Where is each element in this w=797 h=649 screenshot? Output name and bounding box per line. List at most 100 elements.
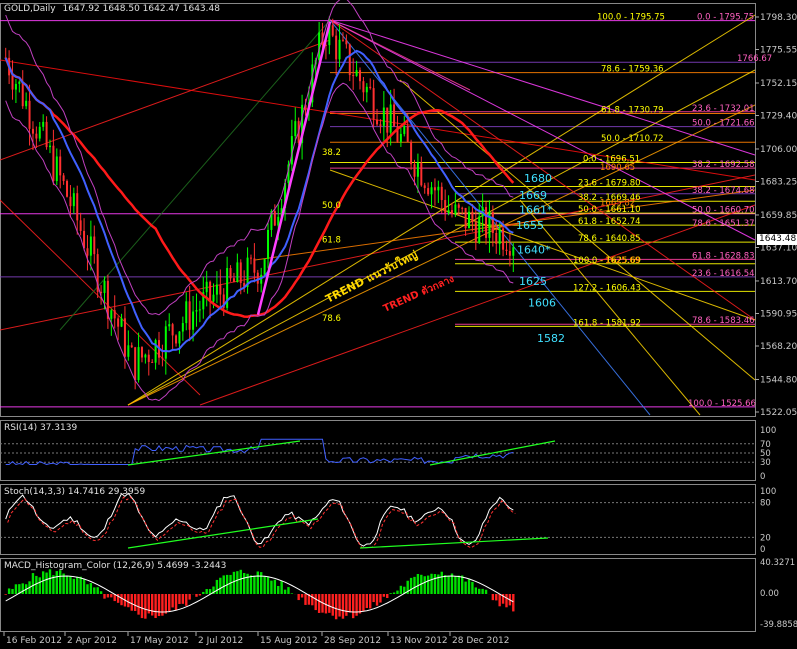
macd-histogram-bar <box>423 576 426 594</box>
candle-body <box>406 126 409 142</box>
candle-body <box>123 318 126 357</box>
support-level-label: 1661* <box>519 203 553 216</box>
candle-body <box>42 121 45 127</box>
candle-body <box>379 124 382 126</box>
date-axis-label: 15 Aug 2012 <box>260 636 318 646</box>
fib-label: 78.6 - 1651.37 <box>692 219 755 229</box>
candle-body <box>110 310 113 319</box>
macd-histogram-bar <box>130 594 133 611</box>
macd-histogram-bar <box>311 594 314 606</box>
macd-histogram-bar <box>304 594 307 605</box>
candle-body <box>59 156 62 176</box>
candle-body <box>420 162 423 186</box>
price-axis-label: 1613.70 <box>760 277 797 287</box>
candle-body <box>144 354 147 358</box>
stoch-axis-label: 20 <box>760 533 771 543</box>
candle-body <box>491 212 494 233</box>
macd-histogram-bar <box>362 594 365 611</box>
candle-body <box>192 311 195 330</box>
candle-body <box>355 70 358 76</box>
candle-body <box>273 211 276 226</box>
candle-body <box>103 280 106 293</box>
macd-histogram-bar <box>120 594 123 606</box>
support-level-label: 1655 <box>516 219 544 232</box>
candle-body <box>413 164 416 177</box>
candle-body <box>474 222 477 243</box>
macd-histogram-bar <box>256 571 259 594</box>
candle-body <box>66 180 69 197</box>
candle-body <box>376 119 379 125</box>
candle-body <box>117 318 120 327</box>
macd-histogram-bar <box>443 575 447 594</box>
macd-histogram-bar <box>392 592 396 594</box>
fib-label: 78.6 - 1759.36 <box>601 65 664 75</box>
candle-body <box>331 25 334 36</box>
stoch-axis-label: 0 <box>760 545 765 555</box>
date-axis-label: 28 Dec 2012 <box>452 636 510 646</box>
macd-histogram-bar <box>495 594 498 601</box>
candle-body <box>478 216 481 243</box>
candle-body <box>403 126 406 134</box>
macd-histogram-bar <box>351 594 355 619</box>
macd-histogram-bar <box>260 572 263 594</box>
candle-body <box>175 335 178 344</box>
macd-histogram-bar <box>35 575 38 594</box>
fib-label: 161.8 - 1581.92 <box>573 318 641 328</box>
macd-histogram-bar <box>174 594 178 611</box>
candle-body <box>362 81 365 93</box>
chart-title: GOLD,Daily 1647.92 1648.50 1642.47 1643.… <box>4 4 220 14</box>
candle-body <box>335 35 338 60</box>
candle-body <box>35 133 38 139</box>
macd-histogram-bar <box>96 587 99 594</box>
candle-body <box>147 354 150 362</box>
macd-histogram-bar <box>331 594 334 616</box>
candle-body <box>454 204 457 214</box>
macd-histogram-bar <box>137 594 140 615</box>
fib-label: 0.0 - 1795.75 <box>697 13 754 23</box>
macd-histogram-bar <box>450 573 454 594</box>
macd-histogram-bar <box>242 572 246 594</box>
macd-histogram-bar <box>65 576 69 594</box>
macd-histogram-bar <box>93 587 96 594</box>
macd-histogram-bar <box>79 576 82 594</box>
macd-histogram-bar <box>195 594 198 597</box>
candle-body <box>416 162 419 177</box>
candle-body <box>464 207 467 229</box>
macd-histogram-bar <box>76 576 79 594</box>
candle-body <box>188 301 191 330</box>
macd-histogram-bar <box>263 576 266 594</box>
candle-body <box>267 229 270 259</box>
candle-body <box>25 100 28 107</box>
candle-body <box>229 268 232 279</box>
macd-histogram-bar <box>69 576 72 594</box>
fib-label: 100.0 - 1525.66 <box>688 399 756 409</box>
candle-body <box>137 347 140 381</box>
fib-label: 61.8 - 1628.83 <box>692 251 755 261</box>
macd-axis-label: 0.00 <box>760 589 779 599</box>
macd-histogram-bar <box>478 588 481 594</box>
support-level-label: 1640* <box>517 243 551 256</box>
macd-histogram-bar <box>317 594 321 613</box>
candle-body <box>198 309 201 311</box>
macd-histogram-bar <box>127 594 130 608</box>
macd-histogram-bar <box>399 585 403 594</box>
candle-body <box>505 249 508 251</box>
macd-histogram-bar <box>505 594 508 608</box>
date-axis-label: 16 Feb 2012 <box>6 636 62 646</box>
macd-histogram-bar <box>440 571 443 594</box>
macd-histogram-bar <box>454 576 457 594</box>
macd-histogram-bar <box>416 573 420 594</box>
macd-histogram-bar <box>345 594 348 616</box>
stoch-label: Stoch(14,3,3) 14.7416 29.3959 <box>4 487 146 497</box>
candle-body <box>55 156 58 182</box>
date-axis-label: 2 Apr 2012 <box>67 636 117 646</box>
candle-body <box>195 310 198 312</box>
macd-histogram-bar <box>375 594 379 606</box>
candle-body <box>358 70 361 82</box>
candle-body <box>440 186 443 201</box>
candles-layer <box>4 0 515 402</box>
macd-histogram-bar <box>365 594 369 609</box>
fib-label: 50.0 - 1710.72 <box>601 134 664 144</box>
macd-histogram-bar <box>491 594 495 601</box>
current-price-tag: 1643.48 <box>757 234 797 245</box>
